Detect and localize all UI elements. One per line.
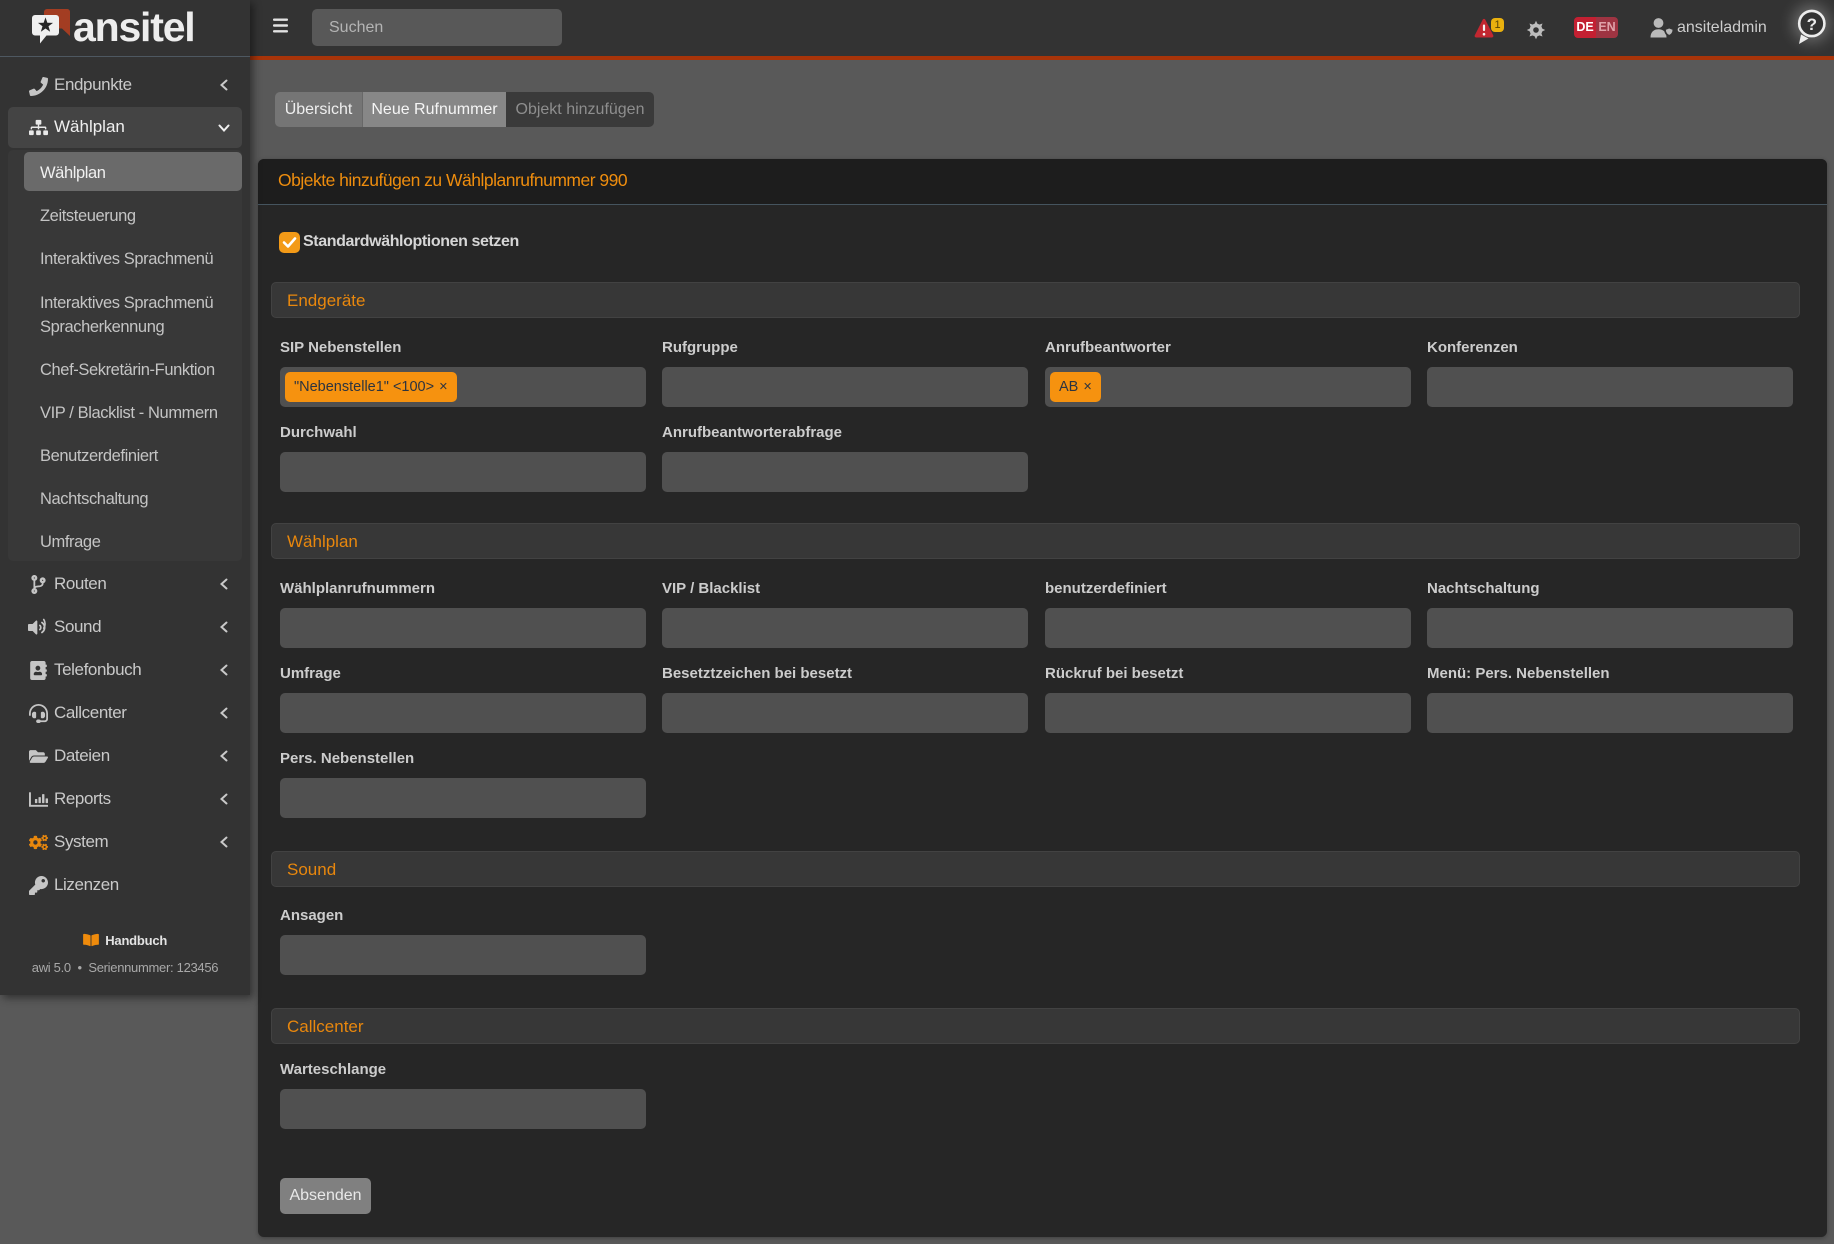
svg-text:?: ? xyxy=(1807,15,1817,34)
